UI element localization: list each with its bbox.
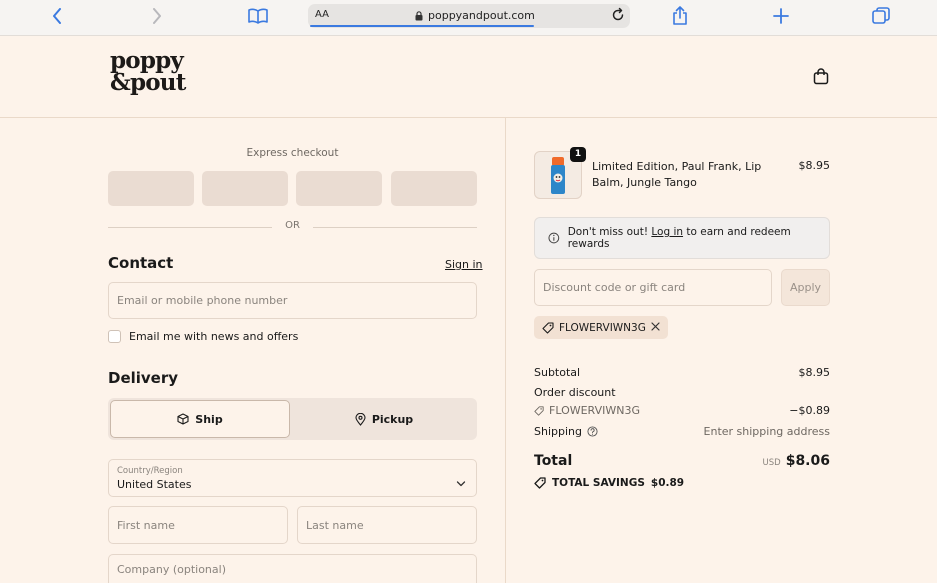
order-discount-code-row: FLOWERVIWN3G <box>534 404 640 417</box>
location-pin-icon <box>355 412 366 426</box>
shopping-bag-icon[interactable] <box>813 68 829 89</box>
column-divider <box>505 118 506 583</box>
bookmarks-book-icon[interactable] <box>246 5 270 27</box>
total-savings-label: TOTAL SAVINGS <box>552 477 645 489</box>
address-bar[interactable]: AA poppyandpout.com <box>308 4 630 28</box>
remove-discount-close-icon[interactable] <box>651 321 660 334</box>
discount-input[interactable] <box>543 281 771 294</box>
applied-discount-code: FLOWERVIWN3G <box>559 321 646 334</box>
page-load-progress <box>310 25 534 27</box>
order-discount-label: Order discount <box>534 386 616 399</box>
country-select[interactable]: Country/Region United States <box>108 459 477 497</box>
quantity-badge: 1 <box>570 147 586 162</box>
rewards-login-link[interactable]: Log in <box>651 226 683 238</box>
store-logo[interactable]: poppy &pout <box>110 49 186 96</box>
applied-discount-chip: FLOWERVIWN3G <box>534 316 668 339</box>
share-icon[interactable] <box>670 5 690 27</box>
express-pay-button-4[interactable] <box>391 171 477 206</box>
or-separator: OR <box>108 220 477 234</box>
last-name-field[interactable] <box>297 506 477 544</box>
first-name-input[interactable] <box>117 518 287 532</box>
total-savings-value: $0.89 <box>650 477 685 489</box>
express-pay-button-3[interactable] <box>296 171 382 206</box>
tabs-overview-icon[interactable] <box>871 5 891 27</box>
shipping-value: Enter shipping address <box>703 425 830 438</box>
ship-label: Ship <box>195 412 223 426</box>
tag-icon <box>534 477 546 489</box>
help-question-icon[interactable] <box>587 426 598 437</box>
url-text: poppyandpout.com <box>428 9 535 22</box>
total-label: Total <box>534 453 573 469</box>
tag-icon <box>542 321 554 334</box>
delivery-heading: Delivery <box>108 369 179 387</box>
order-discount-code: FLOWERVIWN3G <box>549 404 640 417</box>
express-pay-button-2[interactable] <box>202 171 288 206</box>
country-label: Country/Region <box>117 466 183 476</box>
company-field[interactable] <box>108 554 477 583</box>
subtotal-label: Subtotal <box>534 366 581 379</box>
product-name: Limited Edition, Paul Frank, Lip Balm, J… <box>592 160 762 189</box>
new-tab-plus-icon[interactable] <box>772 5 790 27</box>
total-amount: USD $8.06 <box>700 453 830 469</box>
rewards-banner: Don't miss out! Log in to earn and redee… <box>534 217 830 259</box>
order-discount-value: −$0.89 <box>789 404 830 417</box>
first-name-field[interactable] <box>108 506 288 544</box>
shipping-row: Shipping <box>534 425 598 438</box>
express-checkout-label: Express checkout <box>246 147 339 159</box>
reload-icon[interactable] <box>610 7 626 26</box>
sign-in-link[interactable]: Sign in <box>445 258 483 271</box>
or-text: OR <box>285 220 300 231</box>
apply-discount-button[interactable]: Apply <box>781 269 830 306</box>
total-value: $8.06 <box>785 453 830 469</box>
site-header: poppy &pout <box>0 36 937 118</box>
logo-line-2: &pout <box>110 69 186 96</box>
or-line-right <box>313 227 477 228</box>
total-savings-row: TOTAL SAVINGS $0.89 <box>534 477 684 489</box>
country-value: United States <box>117 478 192 491</box>
subtotal-value: $8.95 <box>798 366 831 379</box>
forward-chevron-icon[interactable] <box>148 5 166 27</box>
chevron-down-icon <box>456 473 466 492</box>
discount-field[interactable] <box>534 269 772 306</box>
contact-heading: Contact <box>108 254 174 272</box>
newsletter-checkbox[interactable] <box>108 330 121 343</box>
last-name-input[interactable] <box>306 518 476 532</box>
newsletter-label: Email me with news and offers <box>129 330 299 343</box>
ship-option[interactable]: Ship <box>110 400 290 438</box>
lock-icon <box>415 10 423 20</box>
browser-toolbar: AA poppyandpout.com <box>0 0 937 36</box>
currency-code: USD <box>762 458 781 468</box>
email-field[interactable] <box>108 282 477 319</box>
delivery-method-selector: Ship Pickup <box>108 398 477 440</box>
company-input[interactable] <box>117 562 476 576</box>
product-price: $8.95 <box>798 159 831 172</box>
express-pay-button-1[interactable] <box>108 171 194 206</box>
box-icon <box>177 413 189 425</box>
pickup-option[interactable]: Pickup <box>293 400 475 438</box>
shipping-label: Shipping <box>534 425 582 438</box>
rewards-text-before: Don't miss out! <box>567 226 649 238</box>
reader-mode-button[interactable]: AA <box>315 9 329 20</box>
newsletter-option[interactable]: Email me with news and offers <box>108 330 298 343</box>
tag-icon <box>534 405 544 416</box>
email-input[interactable] <box>117 294 476 307</box>
pickup-label: Pickup <box>371 412 414 426</box>
info-icon <box>548 232 560 244</box>
back-chevron-icon[interactable] <box>48 5 66 27</box>
